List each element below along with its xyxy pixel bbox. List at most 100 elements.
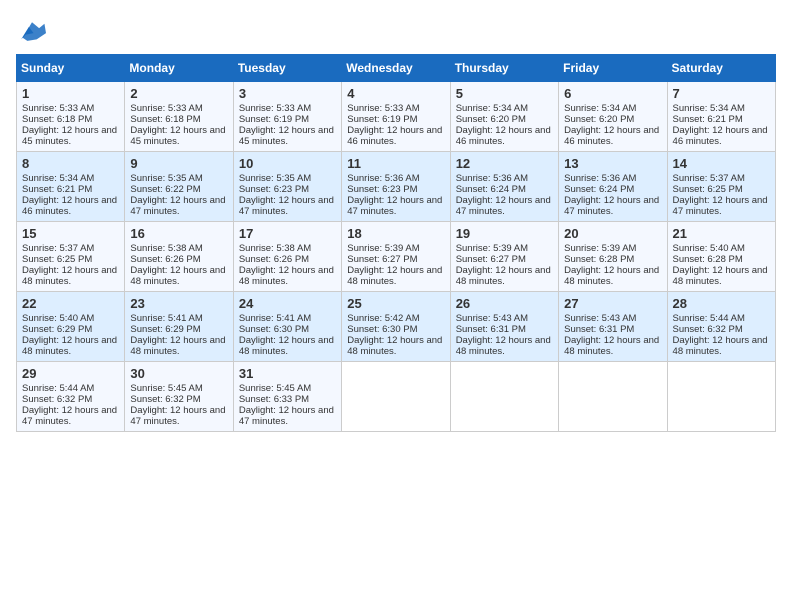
day-number: 21 [673,226,770,241]
day-number: 17 [239,226,336,241]
daylight-label: Daylight: 12 hours and 48 minutes. [564,265,659,287]
day-number: 5 [456,86,553,101]
sunset-label: Sunset: 6:20 PM [564,114,634,125]
sunset-label: Sunset: 6:27 PM [456,254,526,265]
sunrise-label: Sunrise: 5:44 AM [22,383,94,394]
calendar-cell [450,362,558,432]
sunset-label: Sunset: 6:18 PM [130,114,200,125]
daylight-label: Daylight: 12 hours and 47 minutes. [130,405,225,427]
daylight-label: Daylight: 12 hours and 46 minutes. [456,125,551,147]
calendar-row: 22 Sunrise: 5:40 AM Sunset: 6:29 PM Dayl… [17,292,776,362]
page-header [16,16,776,44]
sunrise-label: Sunrise: 5:38 AM [130,243,202,254]
sunset-label: Sunset: 6:28 PM [564,254,634,265]
sunrise-label: Sunrise: 5:39 AM [456,243,528,254]
sunset-label: Sunset: 6:21 PM [22,184,92,195]
sunset-label: Sunset: 6:28 PM [673,254,743,265]
day-number: 28 [673,296,770,311]
sunrise-label: Sunrise: 5:35 AM [130,173,202,184]
sunset-label: Sunset: 6:24 PM [456,184,526,195]
day-number: 27 [564,296,661,311]
calendar-cell: 1 Sunrise: 5:33 AM Sunset: 6:18 PM Dayli… [17,82,125,152]
calendar-cell: 6 Sunrise: 5:34 AM Sunset: 6:20 PM Dayli… [559,82,667,152]
calendar-cell: 23 Sunrise: 5:41 AM Sunset: 6:29 PM Dayl… [125,292,233,362]
calendar-cell: 7 Sunrise: 5:34 AM Sunset: 6:21 PM Dayli… [667,82,775,152]
daylight-label: Daylight: 12 hours and 45 minutes. [22,125,117,147]
sunset-label: Sunset: 6:31 PM [564,324,634,335]
daylight-label: Daylight: 12 hours and 47 minutes. [347,195,442,217]
col-header-friday: Friday [559,55,667,82]
calendar-cell: 27 Sunrise: 5:43 AM Sunset: 6:31 PM Dayl… [559,292,667,362]
day-number: 1 [22,86,119,101]
daylight-label: Daylight: 12 hours and 46 minutes. [564,125,659,147]
sunrise-label: Sunrise: 5:44 AM [673,313,745,324]
calendar-cell: 4 Sunrise: 5:33 AM Sunset: 6:19 PM Dayli… [342,82,450,152]
sunrise-label: Sunrise: 5:42 AM [347,313,419,324]
day-number: 31 [239,366,336,381]
day-number: 22 [22,296,119,311]
day-number: 12 [456,156,553,171]
sunrise-label: Sunrise: 5:33 AM [130,103,202,114]
sunset-label: Sunset: 6:22 PM [130,184,200,195]
sunset-label: Sunset: 6:32 PM [673,324,743,335]
calendar-cell: 21 Sunrise: 5:40 AM Sunset: 6:28 PM Dayl… [667,222,775,292]
sunset-label: Sunset: 6:30 PM [239,324,309,335]
daylight-label: Daylight: 12 hours and 46 minutes. [22,195,117,217]
daylight-label: Daylight: 12 hours and 48 minutes. [347,335,442,357]
day-number: 24 [239,296,336,311]
day-number: 19 [456,226,553,241]
sunset-label: Sunset: 6:26 PM [130,254,200,265]
daylight-label: Daylight: 12 hours and 47 minutes. [456,195,551,217]
day-number: 25 [347,296,444,311]
daylight-label: Daylight: 12 hours and 48 minutes. [130,265,225,287]
sunrise-label: Sunrise: 5:39 AM [347,243,419,254]
day-number: 26 [456,296,553,311]
sunrise-label: Sunrise: 5:36 AM [564,173,636,184]
sunset-label: Sunset: 6:23 PM [239,184,309,195]
calendar-row: 8 Sunrise: 5:34 AM Sunset: 6:21 PM Dayli… [17,152,776,222]
sunrise-label: Sunrise: 5:41 AM [239,313,311,324]
calendar-cell: 8 Sunrise: 5:34 AM Sunset: 6:21 PM Dayli… [17,152,125,222]
col-header-wednesday: Wednesday [342,55,450,82]
sunrise-label: Sunrise: 5:33 AM [239,103,311,114]
daylight-label: Daylight: 12 hours and 47 minutes. [130,195,225,217]
sunset-label: Sunset: 6:31 PM [456,324,526,335]
day-number: 14 [673,156,770,171]
day-number: 10 [239,156,336,171]
col-header-monday: Monday [125,55,233,82]
day-number: 13 [564,156,661,171]
calendar-cell: 24 Sunrise: 5:41 AM Sunset: 6:30 PM Dayl… [233,292,341,362]
sunset-label: Sunset: 6:32 PM [130,394,200,405]
daylight-label: Daylight: 12 hours and 48 minutes. [22,335,117,357]
calendar-cell: 14 Sunrise: 5:37 AM Sunset: 6:25 PM Dayl… [667,152,775,222]
calendar-cell [667,362,775,432]
sunset-label: Sunset: 6:29 PM [22,324,92,335]
calendar-cell: 30 Sunrise: 5:45 AM Sunset: 6:32 PM Dayl… [125,362,233,432]
sunrise-label: Sunrise: 5:33 AM [22,103,94,114]
daylight-label: Daylight: 12 hours and 48 minutes. [130,335,225,357]
daylight-label: Daylight: 12 hours and 48 minutes. [22,265,117,287]
calendar-cell: 20 Sunrise: 5:39 AM Sunset: 6:28 PM Dayl… [559,222,667,292]
col-header-thursday: Thursday [450,55,558,82]
daylight-label: Daylight: 12 hours and 48 minutes. [456,335,551,357]
daylight-label: Daylight: 12 hours and 48 minutes. [564,335,659,357]
calendar-row: 1 Sunrise: 5:33 AM Sunset: 6:18 PM Dayli… [17,82,776,152]
day-number: 29 [22,366,119,381]
calendar-cell: 10 Sunrise: 5:35 AM Sunset: 6:23 PM Dayl… [233,152,341,222]
sunset-label: Sunset: 6:30 PM [347,324,417,335]
sunset-label: Sunset: 6:18 PM [22,114,92,125]
calendar-cell [559,362,667,432]
daylight-label: Daylight: 12 hours and 45 minutes. [130,125,225,147]
day-number: 20 [564,226,661,241]
sunrise-label: Sunrise: 5:36 AM [456,173,528,184]
daylight-label: Daylight: 12 hours and 48 minutes. [673,265,768,287]
calendar-table: SundayMondayTuesdayWednesdayThursdayFrid… [16,54,776,432]
calendar-cell: 16 Sunrise: 5:38 AM Sunset: 6:26 PM Dayl… [125,222,233,292]
daylight-label: Daylight: 12 hours and 48 minutes. [673,335,768,357]
daylight-label: Daylight: 12 hours and 48 minutes. [239,335,334,357]
col-header-sunday: Sunday [17,55,125,82]
sunrise-label: Sunrise: 5:34 AM [22,173,94,184]
daylight-label: Daylight: 12 hours and 45 minutes. [239,125,334,147]
daylight-label: Daylight: 12 hours and 47 minutes. [239,195,334,217]
daylight-label: Daylight: 12 hours and 48 minutes. [239,265,334,287]
